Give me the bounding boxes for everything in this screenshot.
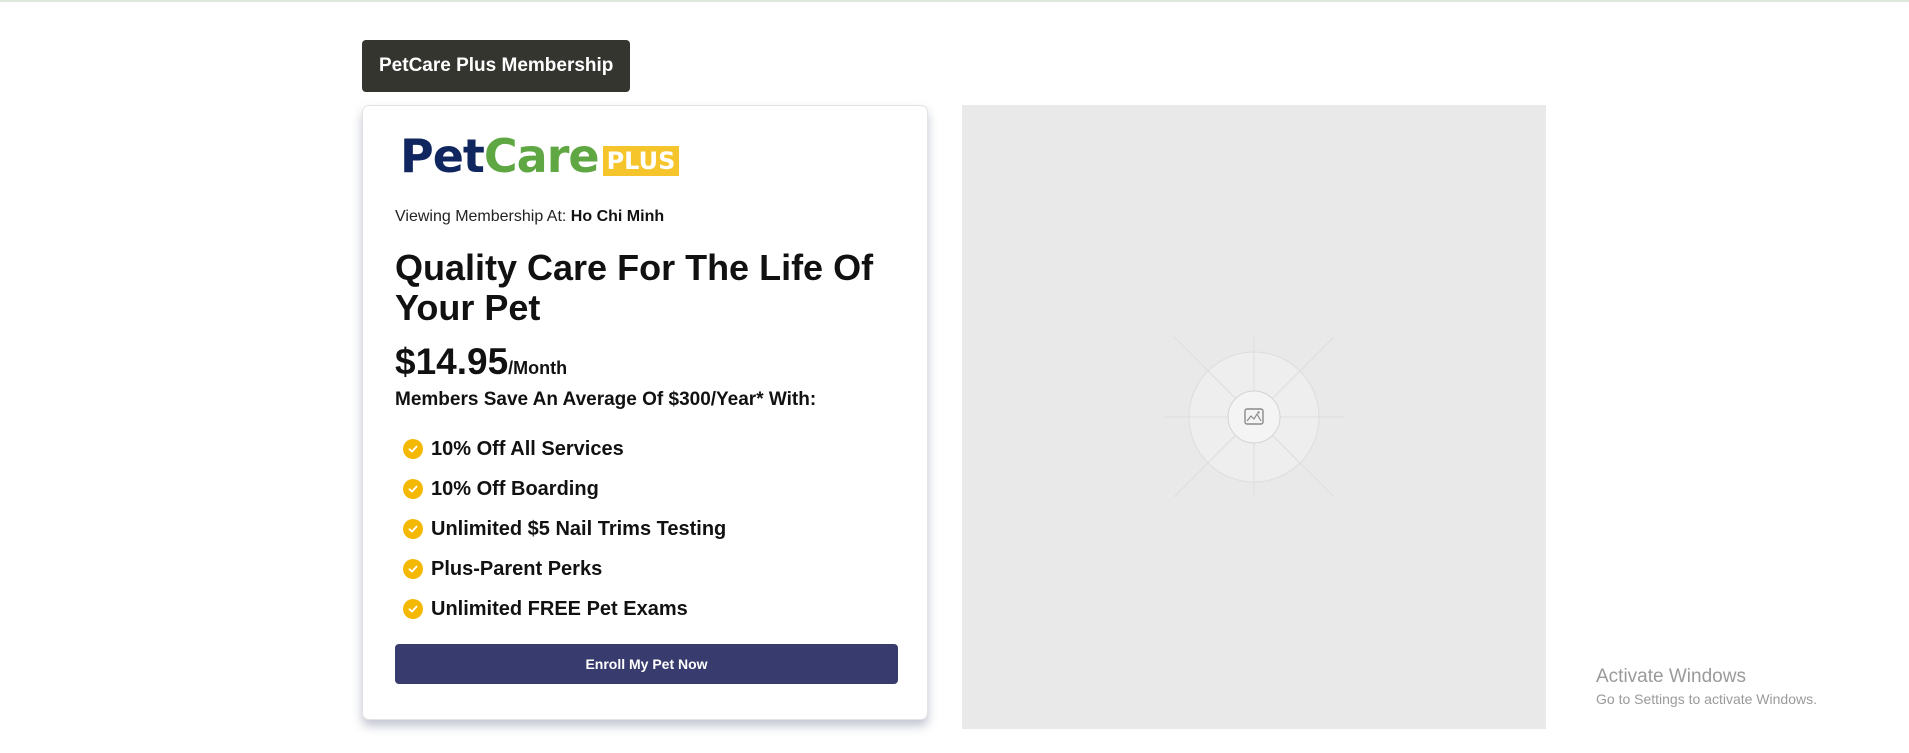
perk-label: 10% Off Boarding (431, 477, 599, 500)
perk-label: 10% Off All Services (431, 437, 624, 460)
perk-label: Plus-Parent Perks (431, 557, 603, 580)
activate-windows-title: Activate Windows (1596, 666, 1746, 687)
enroll-button[interactable]: Enroll My Pet Now (395, 644, 898, 684)
viewing-location: Viewing Membership At: Ho Chi Minh (395, 208, 664, 226)
check-circle-icon (403, 519, 423, 539)
activate-windows-subtitle: Go to Settings to activate Windows. (1596, 691, 1817, 707)
petcare-plus-logo: Pet Care PLUS (400, 129, 680, 183)
location-name: Ho Chi Minh (570, 208, 665, 225)
check-circle-icon (403, 599, 423, 619)
logo-pet-text: Pet (400, 129, 485, 183)
activate-windows-watermark: Activate Windows Go to Settings to activ… (1596, 665, 1817, 709)
membership-tab[interactable]: PetCare Plus Membership (362, 40, 631, 92)
price-amount: $14.95 (395, 341, 509, 382)
logo-care-text: Care (483, 129, 600, 183)
perk-item: Unlimited $5 Nail Trims Testing (403, 509, 726, 549)
top-border-line (0, 0, 1909, 2)
price-row: $14.95/Month (395, 341, 567, 383)
check-circle-icon (403, 559, 423, 579)
perk-label: Unlimited FREE Pet Exams (431, 597, 688, 620)
logo-plus-badge: PLUS (602, 146, 680, 176)
perk-label: Unlimited $5 Nail Trims Testing (431, 517, 727, 540)
image-placeholder-graphic (1164, 336, 1344, 498)
price-period: /Month (508, 358, 568, 378)
check-circle-icon (403, 439, 423, 459)
perk-item: 10% Off All Services (403, 429, 726, 469)
savings-text: Members Save An Average Of $300/Year* Wi… (395, 389, 817, 410)
perk-item: Unlimited FREE Pet Exams (403, 589, 726, 629)
viewing-label: Viewing Membership At: (395, 208, 567, 225)
image-placeholder (962, 105, 1546, 729)
check-circle-icon (403, 479, 423, 499)
membership-card: Pet Care PLUS Viewing Membership At: Ho Ch… (362, 105, 928, 720)
perks-list: 10% Off All Services 10% Off Boarding Un… (403, 429, 726, 629)
perk-item: 10% Off Boarding (403, 469, 726, 509)
perk-item: Plus-Parent Perks (403, 549, 726, 589)
card-headline: Quality Care For The Life Of Your Pet (395, 247, 874, 328)
